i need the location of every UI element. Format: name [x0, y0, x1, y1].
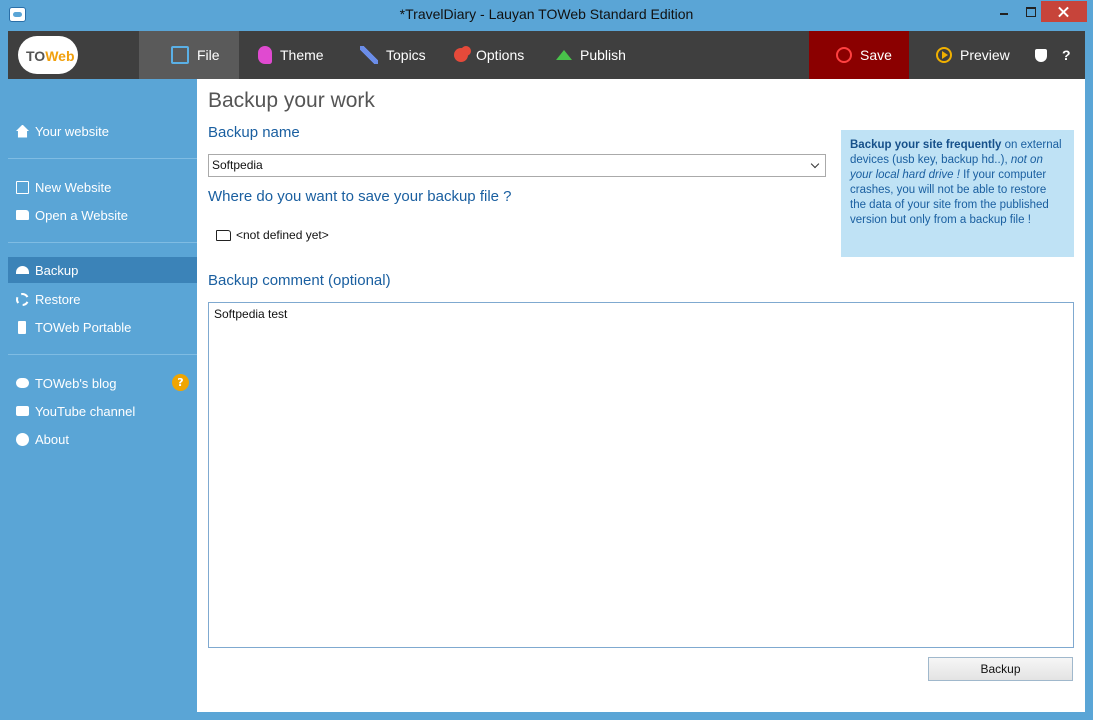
sidebar-item-your-website[interactable]: Your website — [8, 118, 197, 144]
play-icon — [936, 47, 952, 63]
save-location-label: Where do you want to save your backup fi… — [208, 188, 512, 205]
chevron-down-icon[interactable] — [809, 159, 822, 172]
tab-options-label: Options — [476, 47, 525, 63]
upload-arrow-icon — [556, 50, 572, 60]
backup-button[interactable]: Backup — [928, 657, 1073, 681]
sidebar-item-label: Backup — [35, 262, 79, 278]
sidebar-item-blog[interactable]: TOWeb's blog — [8, 370, 197, 396]
sidebar-item-open-website[interactable]: Open a Website — [8, 202, 197, 228]
backup-name-label: Backup name — [208, 124, 300, 141]
preview-label: Preview — [960, 47, 1010, 63]
window-title: *TravelDiary - Lauyan TOWeb Standard Edi… — [399, 6, 694, 22]
tab-options[interactable]: Options — [454, 31, 524, 79]
sidebar-item-label: YouTube channel — [35, 403, 136, 419]
info-icon — [16, 432, 29, 446]
blog-badge: ? — [172, 374, 189, 391]
tab-topics-label: Topics — [386, 47, 426, 63]
sidebar-item-label: TOWeb Portable — [35, 319, 132, 335]
sidebar-item-label: Your website — [35, 123, 109, 139]
title-bar: *TravelDiary - Lauyan TOWeb Standard Edi… — [0, 0, 1093, 31]
toweb-logo: TOWeb — [18, 36, 78, 74]
shield-icon — [1035, 48, 1047, 62]
sidebar-item-new-website[interactable]: New Website — [8, 174, 197, 200]
sidebar-divider — [8, 158, 197, 159]
restore-icon — [16, 292, 29, 306]
new-document-icon — [16, 180, 29, 194]
sidebar-item-label: Open a Website — [35, 207, 128, 223]
open-folder-icon — [16, 210, 29, 220]
folder-icon — [171, 46, 189, 64]
folder-icon — [216, 229, 231, 241]
sidebar-item-label: TOWeb's blog — [35, 375, 117, 391]
save-icon — [836, 47, 852, 63]
pencil-icon — [360, 46, 378, 64]
paint-bucket-icon — [258, 46, 272, 64]
sidebar-item-label: New Website — [35, 179, 112, 195]
sidebar-item-backup[interactable]: Backup — [8, 257, 197, 283]
tab-theme-label: Theme — [280, 47, 324, 63]
home-icon — [16, 124, 29, 138]
minimize-button[interactable] — [990, 1, 1018, 22]
sidebar-divider — [8, 354, 197, 355]
gears-icon — [454, 48, 468, 62]
sidebar-divider — [8, 242, 197, 243]
sidebar-item-youtube[interactable]: YouTube channel — [8, 398, 197, 424]
umbrella-icon — [16, 266, 29, 274]
tab-publish[interactable]: Publish — [556, 31, 626, 79]
tab-file[interactable]: File — [139, 31, 239, 79]
tab-file-label: File — [197, 47, 220, 63]
main-toolbar: TOWeb File Theme Topics Options Publish … — [8, 31, 1085, 79]
backup-name-select[interactable]: Softpedia — [208, 154, 826, 177]
sidebar-item-label: About — [35, 431, 69, 447]
usb-key-icon — [18, 320, 26, 334]
backup-name-value: Softpedia — [212, 158, 263, 172]
main-panel: Backup your work Backup name Softpedia W… — [197, 79, 1085, 712]
tab-topics[interactable]: Topics — [360, 31, 426, 79]
sidebar-item-about[interactable]: About — [8, 426, 197, 452]
youtube-icon — [16, 406, 29, 416]
comment-textarea[interactable]: Softpedia test — [208, 302, 1074, 648]
tab-theme[interactable]: Theme — [258, 31, 324, 79]
save-location-value: <not defined yet> — [236, 228, 329, 242]
window-frame — [0, 712, 1093, 720]
sidebar: Your website New Website Open a Website … — [8, 79, 197, 712]
close-button[interactable] — [1041, 1, 1087, 22]
help-button[interactable]: ? — [1062, 31, 1076, 79]
speech-bubble-icon — [16, 378, 29, 388]
preview-button[interactable]: Preview — [936, 31, 1010, 79]
save-location-picker[interactable]: <not defined yet> — [216, 228, 329, 242]
tip-bold: Backup your site frequently — [850, 139, 1002, 151]
tab-publish-label: Publish — [580, 47, 626, 63]
comment-label: Backup comment (optional) — [208, 272, 391, 289]
sidebar-item-toweb-portable[interactable]: TOWeb Portable — [8, 314, 197, 340]
page-title: Backup your work — [208, 89, 375, 112]
backup-tip: Backup your site frequently on external … — [841, 130, 1074, 257]
sidebar-item-restore[interactable]: Restore — [8, 286, 197, 312]
sidebar-item-label: Restore — [35, 291, 81, 307]
save-label: Save — [860, 47, 892, 63]
save-button[interactable]: Save — [809, 31, 909, 79]
shield-button[interactable] — [1035, 31, 1049, 79]
